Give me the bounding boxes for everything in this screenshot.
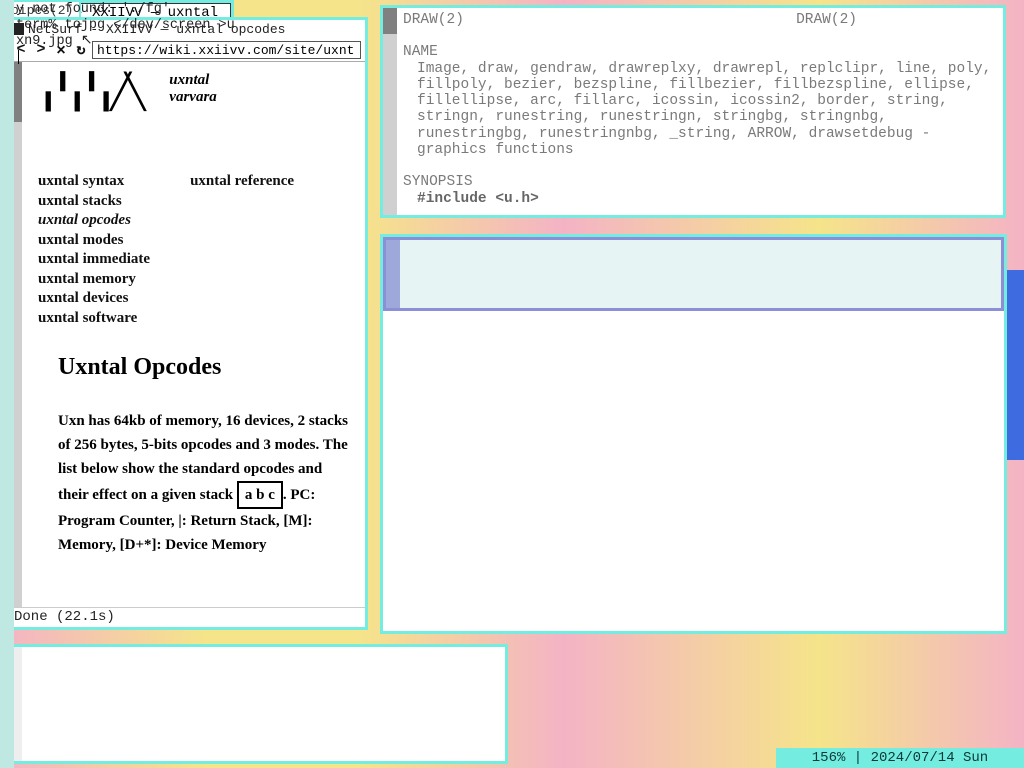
term-scrollbar[interactable] [0, 0, 14, 768]
man-synopsis-body: #include <u.h> [417, 191, 539, 207]
man-name-body: Image, draw, gendraw, drawreplxy, drawre… [403, 61, 997, 158]
editor-body[interactable] [383, 311, 1004, 631]
nav-syntax[interactable]: uxntal syntax [38, 172, 150, 192]
browser-viewport: ╻╹╻╹╻╱╲ uxntal varvara uxntal syntax uxn… [8, 62, 365, 607]
site-logo: ╻╹╻╹╻╱╲ [38, 72, 139, 112]
breadcrumb: uxntal varvara [169, 72, 217, 106]
crumb-varvara[interactable]: varvara [169, 89, 217, 106]
nav-immediate[interactable]: uxntal immediate [38, 250, 150, 270]
editor-tag-scrollbar[interactable] [386, 240, 400, 308]
page-title: Uxntal Opcodes [58, 354, 357, 381]
nav-modes[interactable]: uxntal modes [38, 231, 150, 251]
nav-memory[interactable]: uxntal memory [38, 270, 150, 290]
mouse-cursor-icon: ↖ [81, 33, 93, 49]
editor-window [380, 234, 1007, 634]
term-line-2a: term% tojpg </dev/screen >u [16, 18, 1022, 34]
man-synopsis-hdr: SYNOPSIS [403, 174, 997, 190]
text-cursor-icon [18, 50, 19, 64]
nav-stacks[interactable]: uxntal stacks [38, 192, 150, 212]
intro-paragraph: Uxn has 64kb of memory, 16 devices, 2 st… [58, 409, 349, 557]
bg-accent [1005, 270, 1024, 460]
status-bar: 156% | 2024/07/14 Sun 13:04:45 [776, 748, 1024, 768]
nav-devices[interactable]: uxntal devices [38, 289, 150, 309]
nav-software[interactable]: uxntal software [38, 309, 150, 329]
editor-tagline[interactable] [383, 237, 1004, 311]
term-line-1: y not found: './fg' [16, 2, 1022, 18]
subnav-left: uxntal syntax uxntal stacks uxntal opcod… [38, 172, 150, 328]
term-line-2b: xn9.jpg [16, 34, 73, 49]
stack-example: a b c [237, 481, 283, 509]
nav-reference[interactable]: uxntal reference [190, 172, 294, 192]
browser-statusbar: Done (22.1s) [8, 607, 365, 627]
empty-window[interactable] [5, 644, 508, 764]
subnav-right: uxntal reference [190, 172, 294, 328]
nav-opcodes[interactable]: uxntal opcodes [38, 211, 150, 231]
browser-window: NetSurf - XXIIVV — uxntal opcodes < > ✕ … [5, 17, 368, 630]
crumb-uxntal[interactable]: uxntal [169, 72, 217, 89]
